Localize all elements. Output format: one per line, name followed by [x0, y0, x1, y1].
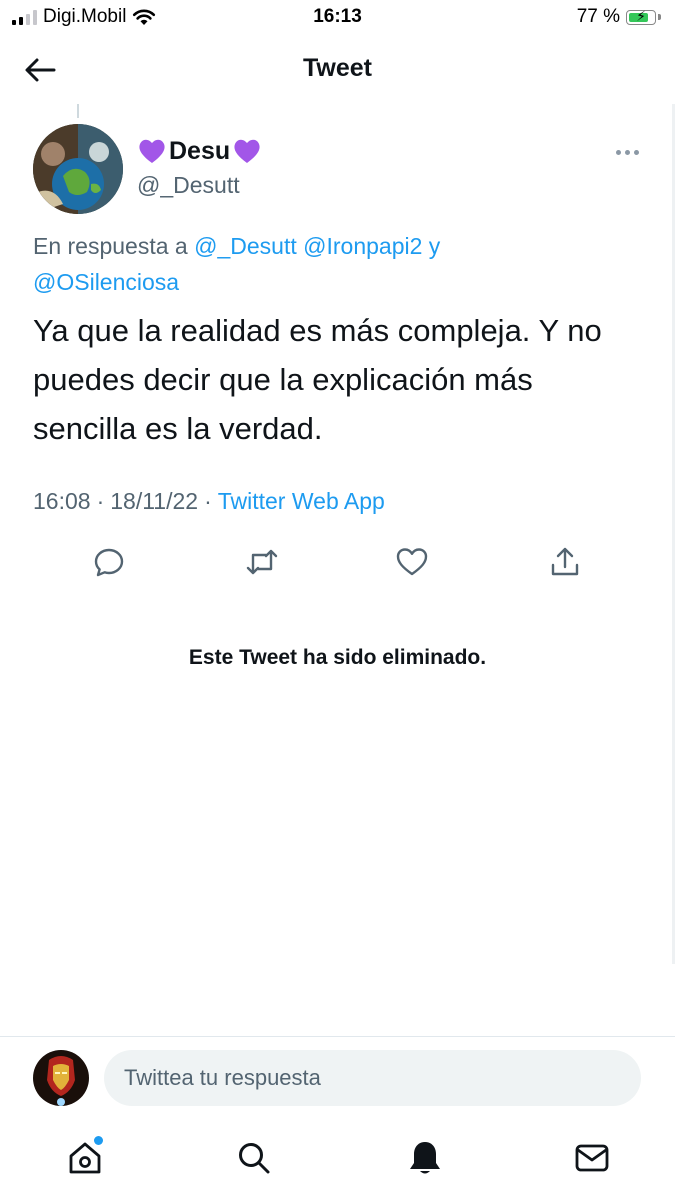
- reply-prefix: En respuesta a: [33, 233, 188, 259]
- user-avatar[interactable]: [33, 1050, 89, 1106]
- avatar-image: [33, 124, 123, 214]
- battery-icon: ⚡: [626, 8, 656, 25]
- mention-link[interactable]: @OSilenciosa: [33, 269, 179, 295]
- display-name: Desu: [169, 136, 231, 165]
- reply-icon: [94, 548, 124, 577]
- nav-home[interactable]: [63, 1136, 107, 1180]
- bottom-navigation: [0, 1120, 675, 1200]
- header: Tweet: [0, 36, 675, 104]
- mention-link[interactable]: @_Desutt: [194, 233, 297, 259]
- nav-messages[interactable]: [570, 1136, 614, 1180]
- retweet-button[interactable]: [240, 540, 284, 584]
- meta-separator: ·: [204, 488, 212, 514]
- page-title: Tweet: [303, 54, 372, 82]
- share-button[interactable]: [543, 540, 587, 584]
- deleted-tweet-notice: Este Tweet ha sido eliminado.: [188, 646, 487, 669]
- author-avatar[interactable]: [33, 124, 123, 214]
- divider: [0, 1036, 675, 1037]
- tweet-time: 16:08: [33, 488, 91, 514]
- battery-tip: [658, 14, 661, 20]
- author-name[interactable]: Desu: [137, 136, 262, 166]
- clock: 16:13: [313, 6, 362, 27]
- purple-heart-icon: [234, 139, 260, 163]
- thread-line: [77, 104, 79, 118]
- battery-percentage: 77 %: [576, 6, 620, 27]
- mention-link[interactable]: @Ironpapi2: [303, 233, 422, 259]
- nav-search[interactable]: [232, 1136, 276, 1180]
- status-right: 77 % ⚡: [577, 6, 661, 28]
- more-options-button[interactable]: [612, 140, 642, 164]
- nav-notifications[interactable]: [403, 1136, 447, 1180]
- like-button[interactable]: [390, 540, 434, 584]
- search-icon: [239, 1143, 270, 1174]
- reply-context: En respuesta a @_Desutt @Ironpapi2 y @OS…: [33, 228, 633, 300]
- avatar-image: [33, 1050, 89, 1106]
- tweet-meta: 16:08 · 18/11/22 · Twitter Web App: [33, 488, 385, 515]
- tweet-source[interactable]: Twitter Web App: [218, 488, 385, 514]
- tweet-actions: [70, 540, 610, 584]
- messages-icon: [575, 1144, 609, 1172]
- tweet-date: 18/11/22: [110, 488, 199, 514]
- tweet-text: Ya que la realidad es más compleja. Y no…: [33, 313, 602, 446]
- purple-heart-icon: [139, 139, 165, 163]
- notifications-icon: [410, 1142, 440, 1174]
- reply-input[interactable]: [104, 1050, 641, 1106]
- share-icon: [551, 547, 579, 576]
- meta-separator: ·: [96, 488, 105, 514]
- mention-joiner[interactable]: y: [429, 233, 441, 259]
- retweet-icon: [246, 549, 278, 575]
- status-bar: Digi.Mobil 16:13 77 % ⚡: [0, 0, 675, 36]
- reply-button[interactable]: [87, 540, 131, 584]
- notification-dot: [94, 1136, 103, 1145]
- author-handle[interactable]: @_Desutt: [137, 172, 240, 199]
- like-icon: [396, 548, 428, 576]
